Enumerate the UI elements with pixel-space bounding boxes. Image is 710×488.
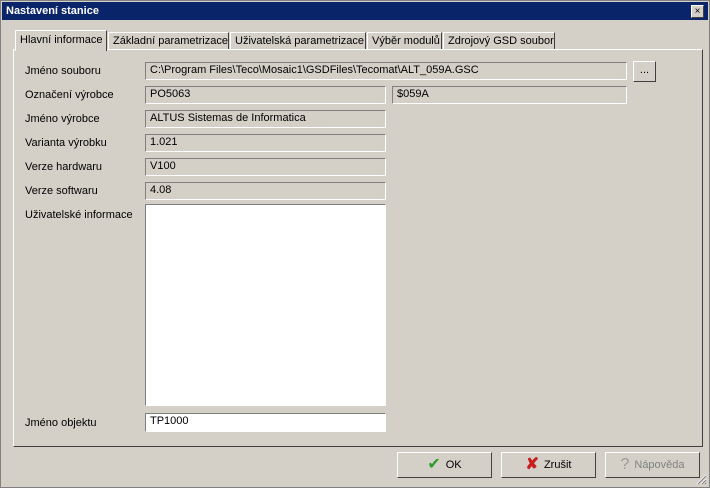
object-name-input[interactable]: TP1000 [145, 413, 386, 432]
close-button[interactable]: × [691, 5, 704, 18]
vendor-name-label: Jméno výrobce [25, 113, 100, 125]
sw-version-field: 4.08 [145, 182, 386, 200]
dialog-window: Nastavení stanice × Hlavní informace Zák… [0, 0, 710, 488]
hw-version-field: V100 [145, 158, 386, 176]
help-button[interactable]: ? Nápověda [605, 452, 700, 478]
title-bar[interactable]: Nastavení stanice × [2, 2, 708, 20]
browse-button[interactable]: ... [633, 61, 656, 82]
sw-version-label: Verze softwaru [25, 185, 98, 197]
question-icon: ? [620, 456, 630, 473]
help-label: Nápověda [634, 459, 685, 471]
file-name-label: Jméno souboru [25, 65, 101, 77]
cancel-button[interactable]: ✘ Zrušit [501, 452, 596, 478]
product-variant-label: Varianta výrobku [25, 137, 107, 149]
product-code-hex-field: $059A [392, 86, 627, 104]
tab-user-params[interactable]: Uživatelská parametrizace [230, 32, 366, 49]
product-code-label: Označení výrobce [25, 89, 114, 101]
tab-module-select[interactable]: Výběr modulů [367, 32, 442, 49]
ok-button[interactable]: ✔ OK [397, 452, 492, 478]
hw-version-label: Verze hardwaru [25, 161, 103, 173]
file-name-field: C:\Program Files\Teco\Mosaic1\GSDFiles\T… [145, 62, 627, 80]
tab-gsd-source[interactable]: Zdrojový GSD soubor [443, 32, 555, 49]
resize-grip-icon[interactable] [695, 473, 707, 485]
ok-label: OK [445, 459, 462, 471]
product-code-field: PO5063 [145, 86, 386, 104]
check-icon: ✔ [427, 456, 441, 473]
object-name-label: Jméno objektu [25, 417, 97, 429]
product-variant-field: 1.021 [145, 134, 386, 152]
tab-basic-params[interactable]: Základní parametrizace [108, 32, 229, 49]
vendor-name-field: ALTUS Sistemas de Informatica [145, 110, 386, 128]
cancel-label: Zrušit [543, 459, 572, 471]
user-info-textarea[interactable] [145, 204, 386, 406]
user-info-label: Uživatelské informace [25, 209, 133, 221]
window-title: Nastavení stanice [6, 5, 99, 17]
x-icon: ✘ [525, 456, 539, 473]
tab-main-info[interactable]: Hlavní informace [15, 30, 107, 51]
